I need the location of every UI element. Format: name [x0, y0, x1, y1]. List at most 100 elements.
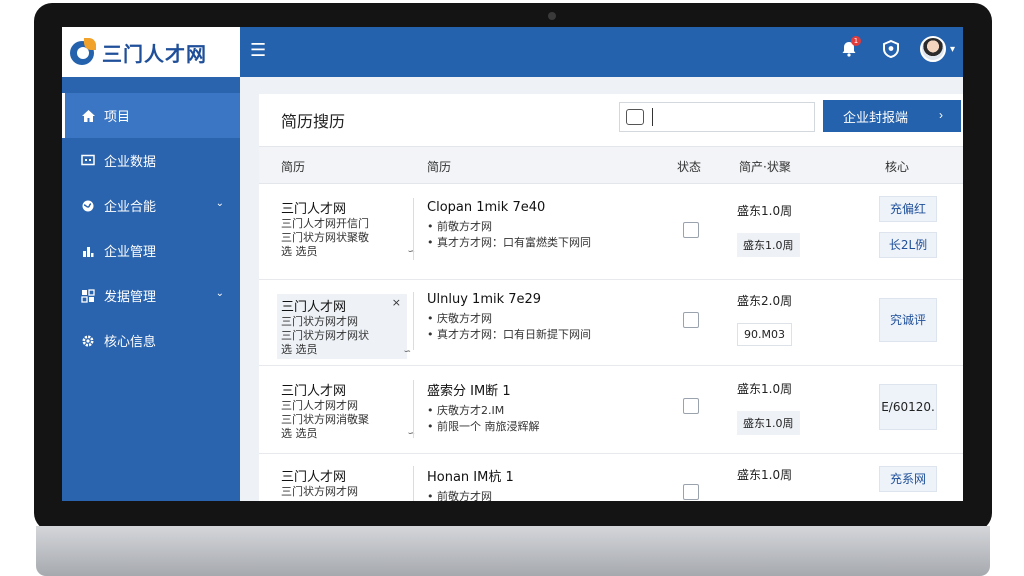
- chevron-down-icon[interactable]: ▾: [950, 44, 955, 55]
- chevron-down-icon: ⌄: [215, 198, 224, 209]
- resume-list-panel: 简历搜历 企业封报端 › 简历 简历 状态 简产·状聚 核心 三门人才网 三门人…: [259, 94, 963, 501]
- status-text: 盛东1.0周: [737, 204, 793, 218]
- job-detail: • 真才方才网：口有日新提下网间: [427, 328, 591, 341]
- company-detail: 三门状方网状聚敬: [281, 231, 369, 244]
- monitor-icon: [80, 153, 96, 169]
- brand-name: 三门人才网: [102, 41, 207, 66]
- user-avatar[interactable]: [919, 36, 946, 62]
- sidebar-item-company-data[interactable]: 企业数据: [62, 138, 240, 183]
- job-title: Ulnluy 1mik 7e29: [427, 292, 542, 307]
- table-row[interactable]: 三门人才网 三门状方网才网 三门状方网才网状 选 选员 × ∽ Ulnluy 1…: [259, 280, 963, 366]
- grid-icon: [80, 288, 96, 304]
- column-header[interactable]: 核心: [885, 158, 909, 175]
- column-header[interactable]: 状态: [677, 158, 701, 175]
- company-footnote: 选 选员: [281, 343, 318, 356]
- row-checkbox[interactable]: [683, 484, 699, 500]
- company-detail: 三门人才网才网: [281, 399, 358, 412]
- company-detail: 三门人才网开信门: [281, 217, 369, 230]
- row-checkbox[interactable]: [683, 398, 699, 414]
- close-icon[interactable]: ×: [392, 296, 401, 309]
- company-detail: 三门状方网消敬聚: [281, 413, 369, 426]
- status-tag: 盛东1.0周: [737, 233, 800, 257]
- status-cell: 盛东2.0周 90.M03: [737, 292, 792, 346]
- action-button[interactable]: 充系网: [879, 466, 937, 492]
- status-tag: 盛东1.0周: [737, 411, 800, 435]
- shield-icon[interactable]: [878, 36, 904, 62]
- app-screen: 三门人才网 ☰ 1 ▾ 项目 企业数据 企业合能 ⌄ 企业管理 发据管理 ⌄ 核…: [62, 27, 963, 501]
- sidebar-item-label: 企业数据: [104, 155, 157, 170]
- table-row[interactable]: 三门人才网 三门人才网才网 三门状方网消敬聚 选 选员 ∽ 盛索分 IM断 1 …: [259, 366, 963, 454]
- table-header: 简历 简历 状态 简产·状聚 核心: [259, 146, 963, 184]
- sidebar-item-label: 发据管理: [104, 290, 157, 305]
- brand-logo[interactable]: 三门人才网: [62, 27, 240, 77]
- action-button[interactable]: 充偏红: [879, 196, 937, 222]
- sidebar-item-core-info[interactable]: 核心信息: [62, 318, 240, 363]
- company-name: 三门人才网: [281, 202, 347, 217]
- job-detail: • 前敬方才网: [427, 220, 492, 233]
- expand-icon[interactable]: ∽: [403, 347, 411, 357]
- bell-icon[interactable]: 1: [836, 36, 862, 62]
- column-header[interactable]: 简产·状聚: [739, 158, 791, 175]
- company-name: 三门人才网: [281, 470, 347, 485]
- status-text: 盛东2.0周: [737, 294, 793, 308]
- sidebar-item-company-skills[interactable]: 企业合能 ⌄: [62, 183, 240, 228]
- company-detail: 三门状方网才网: [281, 485, 358, 498]
- table-row[interactable]: 三门人才网 三门状方网才网 Honan IM杭 1 • 前敬方才网 盛东1.0周…: [259, 454, 963, 501]
- top-navbar: 三门人才网 ☰ 1 ▾: [62, 27, 963, 77]
- chevron-down-icon: ⌄: [215, 288, 224, 299]
- globe-icon: [80, 198, 96, 214]
- divider: [413, 292, 414, 350]
- company-footnote: 选 选员: [281, 427, 318, 440]
- search-icon: [626, 109, 644, 125]
- job-title: 盛索分 IM断 1: [427, 384, 511, 399]
- job-detail: • 前限一个 南旅浸辉解: [427, 420, 540, 433]
- job-title: Honan IM杭 1: [427, 470, 514, 485]
- home-icon: [80, 108, 96, 124]
- sidebar: 项目 企业数据 企业合能 ⌄ 企业管理 发据管理 ⌄ 核心信息: [62, 77, 240, 501]
- sidebar-item-label: 企业管理: [104, 245, 157, 260]
- company-cell: 三门人才网 三门人才网开信门 三门状方网状聚敬 选 选员 ∽: [281, 198, 415, 259]
- webcam-icon: [548, 12, 556, 20]
- job-cell: Clopan 1mik 7e40 • 前敬方才网 • 真才方才网：口有富燃类下网…: [427, 200, 591, 251]
- column-header[interactable]: 简历: [281, 158, 305, 175]
- status-tag: 90.M03: [737, 323, 792, 346]
- company-report-button[interactable]: 企业封报端 ›: [823, 100, 961, 132]
- job-detail: • 真才方才网：口有富燃类下网同: [427, 236, 591, 249]
- table-row[interactable]: 三门人才网 三门人才网开信门 三门状方网状聚敬 选 选员 ∽ Clopan 1m…: [259, 184, 963, 280]
- job-detail: • 前敬方才网: [427, 490, 492, 501]
- company-name: 三门人才网: [281, 384, 347, 399]
- gear-icon: [80, 333, 96, 349]
- action-button[interactable]: 究诚评: [879, 298, 937, 342]
- row-checkbox[interactable]: [683, 222, 699, 238]
- divider: [413, 380, 414, 438]
- sidebar-item-home[interactable]: 项目: [62, 93, 240, 138]
- users-icon: [80, 243, 96, 259]
- sidebar-item-label: 核心信息: [104, 335, 157, 350]
- row-checkbox[interactable]: [683, 312, 699, 328]
- company-footnote: 选 选员: [281, 245, 318, 258]
- status-text: 盛东1.0周: [737, 382, 793, 396]
- hamburger-icon[interactable]: ☰: [250, 42, 266, 60]
- page-title: 简历搜历: [281, 112, 346, 131]
- button-label: 企业封报端: [843, 109, 909, 125]
- sidebar-item-label: 项目: [104, 110, 131, 125]
- company-name: 三门人才网: [281, 300, 347, 315]
- top-icon-group: 1 ▾: [836, 36, 955, 62]
- status-text: 盛东1.0周: [737, 468, 793, 482]
- action-button[interactable]: 长2L例: [879, 232, 937, 258]
- company-detail: 三门状方网才网: [281, 315, 358, 328]
- job-cell: Ulnluy 1mik 7e29 • 庆敬方才网 • 真才方才网：口有日新提下网…: [427, 292, 591, 343]
- sidebar-item-company-manage[interactable]: 企业管理: [62, 228, 240, 273]
- action-button[interactable]: E/60120.: [879, 384, 937, 430]
- chevron-right-icon: ›: [939, 108, 943, 122]
- column-header[interactable]: 简历: [427, 158, 451, 175]
- text-cursor: [652, 108, 653, 126]
- job-detail: • 庆敬方才2.IM: [427, 404, 505, 417]
- sidebar-item-data-manage[interactable]: 发据管理 ⌄: [62, 273, 240, 318]
- company-cell: 三门人才网 三门状方网才网: [281, 466, 411, 499]
- job-cell: Honan IM杭 1 • 前敬方才网: [427, 466, 514, 501]
- monitor-chin: [36, 526, 990, 576]
- search-input[interactable]: [619, 102, 815, 132]
- company-cell: 三门人才网 三门人才网才网 三门状方网消敬聚 选 选员 ∽: [281, 380, 415, 441]
- company-detail: 三门状方网才网状: [281, 329, 369, 342]
